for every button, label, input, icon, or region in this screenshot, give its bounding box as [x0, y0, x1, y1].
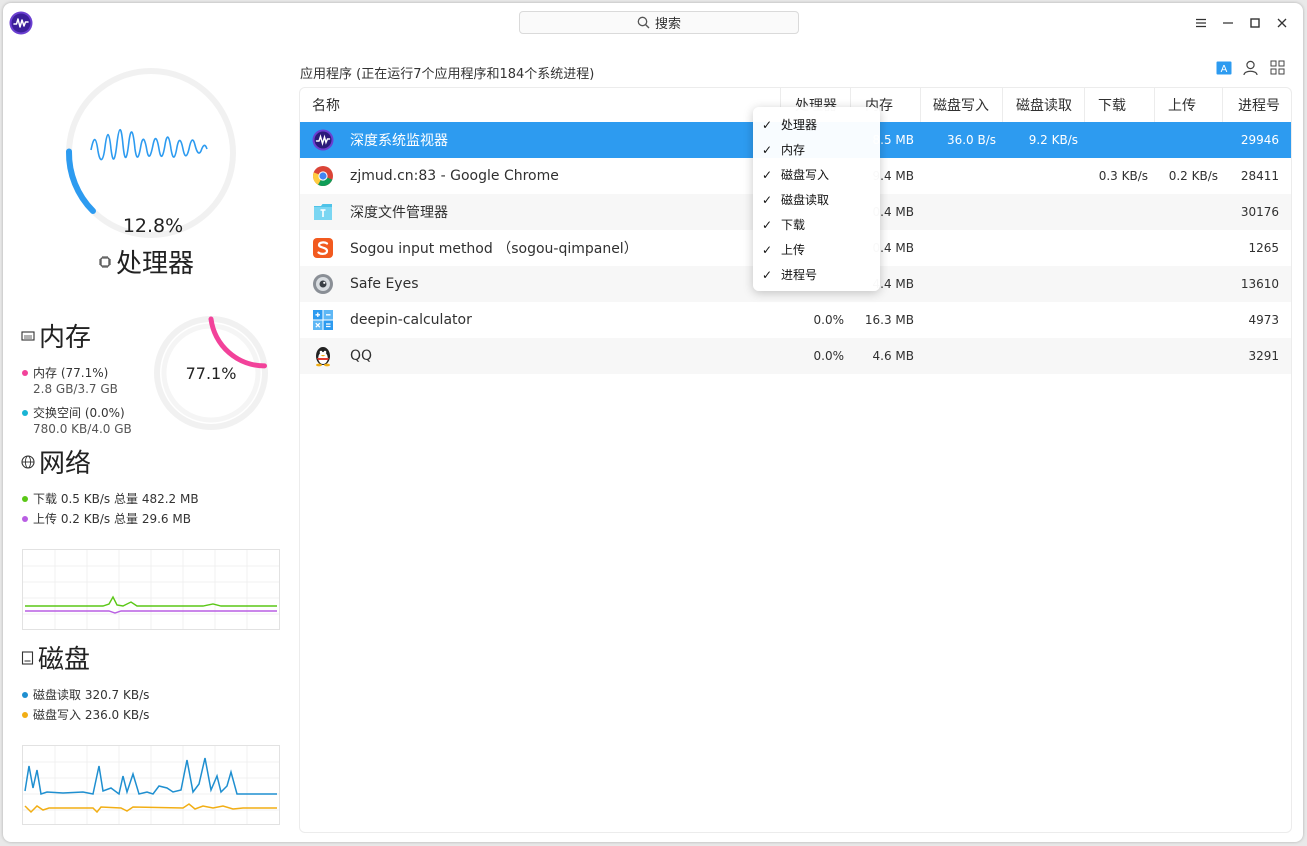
minimize-button[interactable] — [1218, 13, 1238, 33]
column-pid[interactable]: 进程号 — [1222, 88, 1291, 122]
column-visibility-menu: ✓ 处理器 ✓ 内存 ✓ 磁盘写入 ✓ 磁盘读取 ✓ 下载 ✓ 上传 ✓ 进程号 — [753, 107, 880, 291]
search-input[interactable]: 搜索 — [519, 11, 799, 34]
column-disk-write[interactable]: 磁盘写入 — [920, 88, 1002, 122]
app-logo-icon[interactable] — [9, 11, 33, 35]
menu-item-disk-read[interactable]: ✓ 磁盘读取 — [753, 187, 880, 212]
maximize-icon — [1250, 18, 1260, 28]
disk-graph — [22, 745, 280, 825]
process-view-button[interactable] — [1268, 58, 1287, 77]
close-button[interactable] — [1272, 13, 1292, 33]
cpu-usage-arc — [65, 148, 96, 214]
user-view-button[interactable] — [1241, 58, 1260, 77]
resource-sidebar: 12.8% 处理器 内存 内存 (77.1%) 2.8 GB/3.7 GB 交换… — [3, 43, 293, 842]
check-icon: ✓ — [761, 167, 773, 182]
search-icon — [637, 16, 650, 29]
check-icon: ✓ — [761, 267, 773, 282]
disk-icon — [21, 650, 34, 665]
menu-item-cpu[interactable]: ✓ 处理器 — [753, 112, 880, 137]
network-legend: 下载 0.5 KB/s 总量 482.2 MB 上传 0.2 KB/s 总量 29.… — [22, 491, 222, 527]
cpu-chip-icon — [99, 255, 111, 268]
cpu-percent: 12.8% — [122, 215, 184, 237]
upload-dot — [22, 515, 28, 522]
close-icon — [1277, 18, 1287, 28]
process-summary: 应用程序 (正在运行7个应用程序和184个系统进程) — [300, 67, 595, 82]
memory-dot — [22, 369, 28, 376]
globe-icon — [21, 454, 35, 469]
memory-legend: 内存 (77.1%) 2.8 GB/3.7 GB 交换空间 (0.0%) 780… — [22, 365, 132, 437]
memory-percent: 77.1% — [185, 364, 237, 383]
check-icon: ✓ — [761, 142, 773, 157]
memory-title: 内存 — [21, 317, 91, 354]
search-label: 搜索 — [654, 17, 681, 32]
network-graph-canvas — [23, 550, 279, 629]
google-chrome-icon — [313, 166, 333, 187]
swap-dot — [22, 409, 28, 416]
app-view-button[interactable]: A — [1214, 58, 1233, 77]
check-icon: ✓ — [761, 117, 773, 132]
safe-eyes-icon — [313, 274, 333, 294]
calculator-icon — [313, 310, 333, 330]
cpu-title: 处理器 — [98, 243, 194, 280]
network-graph — [22, 549, 280, 630]
titlebar: 搜索 — [3, 3, 1303, 43]
menu-item-download[interactable]: ✓ 下载 — [753, 212, 880, 237]
deepin-system-monitor-icon — [312, 129, 334, 151]
disk-read-dot — [22, 691, 28, 698]
view-switcher: A — [1214, 58, 1287, 77]
check-icon: ✓ — [761, 217, 773, 232]
hamburger-icon — [1196, 18, 1206, 28]
sogou-icon — [313, 238, 333, 258]
svg-text:A: A — [1220, 64, 1227, 75]
column-download[interactable]: 下载 — [1084, 88, 1154, 122]
table-row[interactable]: deepin-calculator 0.0% 16.3 MB 4973 — [300, 302, 1291, 338]
network-title: 网络 — [21, 443, 91, 480]
menu-item-pid[interactable]: ✓ 进程号 — [753, 262, 880, 287]
cpu-waveform — [90, 128, 208, 161]
disk-legend: 磁盘读取 320.7 KB/s 磁盘写入 236.0 KB/s — [22, 687, 149, 723]
column-upload[interactable]: 上传 — [1154, 88, 1222, 122]
maximize-button[interactable] — [1245, 13, 1265, 33]
cpu-gauge — [65, 68, 236, 238]
table-row[interactable]: QQ 0.0% 4.6 MB 3291 — [300, 338, 1291, 374]
qq-penguin-icon — [316, 347, 330, 367]
check-icon: ✓ — [761, 242, 773, 257]
user-icon — [1243, 60, 1258, 75]
memory-icon — [21, 330, 35, 341]
column-name[interactable]: 名称 — [300, 88, 780, 122]
grid-view-icon — [1270, 60, 1285, 75]
minimize-icon — [1223, 22, 1233, 24]
file-manager-icon — [314, 204, 332, 220]
disk-write-dot — [22, 711, 28, 718]
download-dot — [22, 495, 28, 502]
disk-title: 磁盘 — [21, 639, 90, 676]
column-disk-read[interactable]: 磁盘读取 — [1002, 88, 1084, 122]
disk-graph-canvas — [23, 746, 279, 824]
app-view-icon: A — [1216, 61, 1231, 75]
menu-item-memory[interactable]: ✓ 内存 — [753, 137, 880, 162]
check-icon: ✓ — [761, 192, 773, 207]
menu-item-disk-write[interactable]: ✓ 磁盘写入 — [753, 162, 880, 187]
system-monitor-window: 搜索 12.8% 处理器 内存 内存 (77.1%) 2.8 GB/3.7 GB… — [3, 3, 1303, 842]
menu-button[interactable] — [1191, 13, 1211, 33]
menu-item-upload[interactable]: ✓ 上传 — [753, 237, 880, 262]
